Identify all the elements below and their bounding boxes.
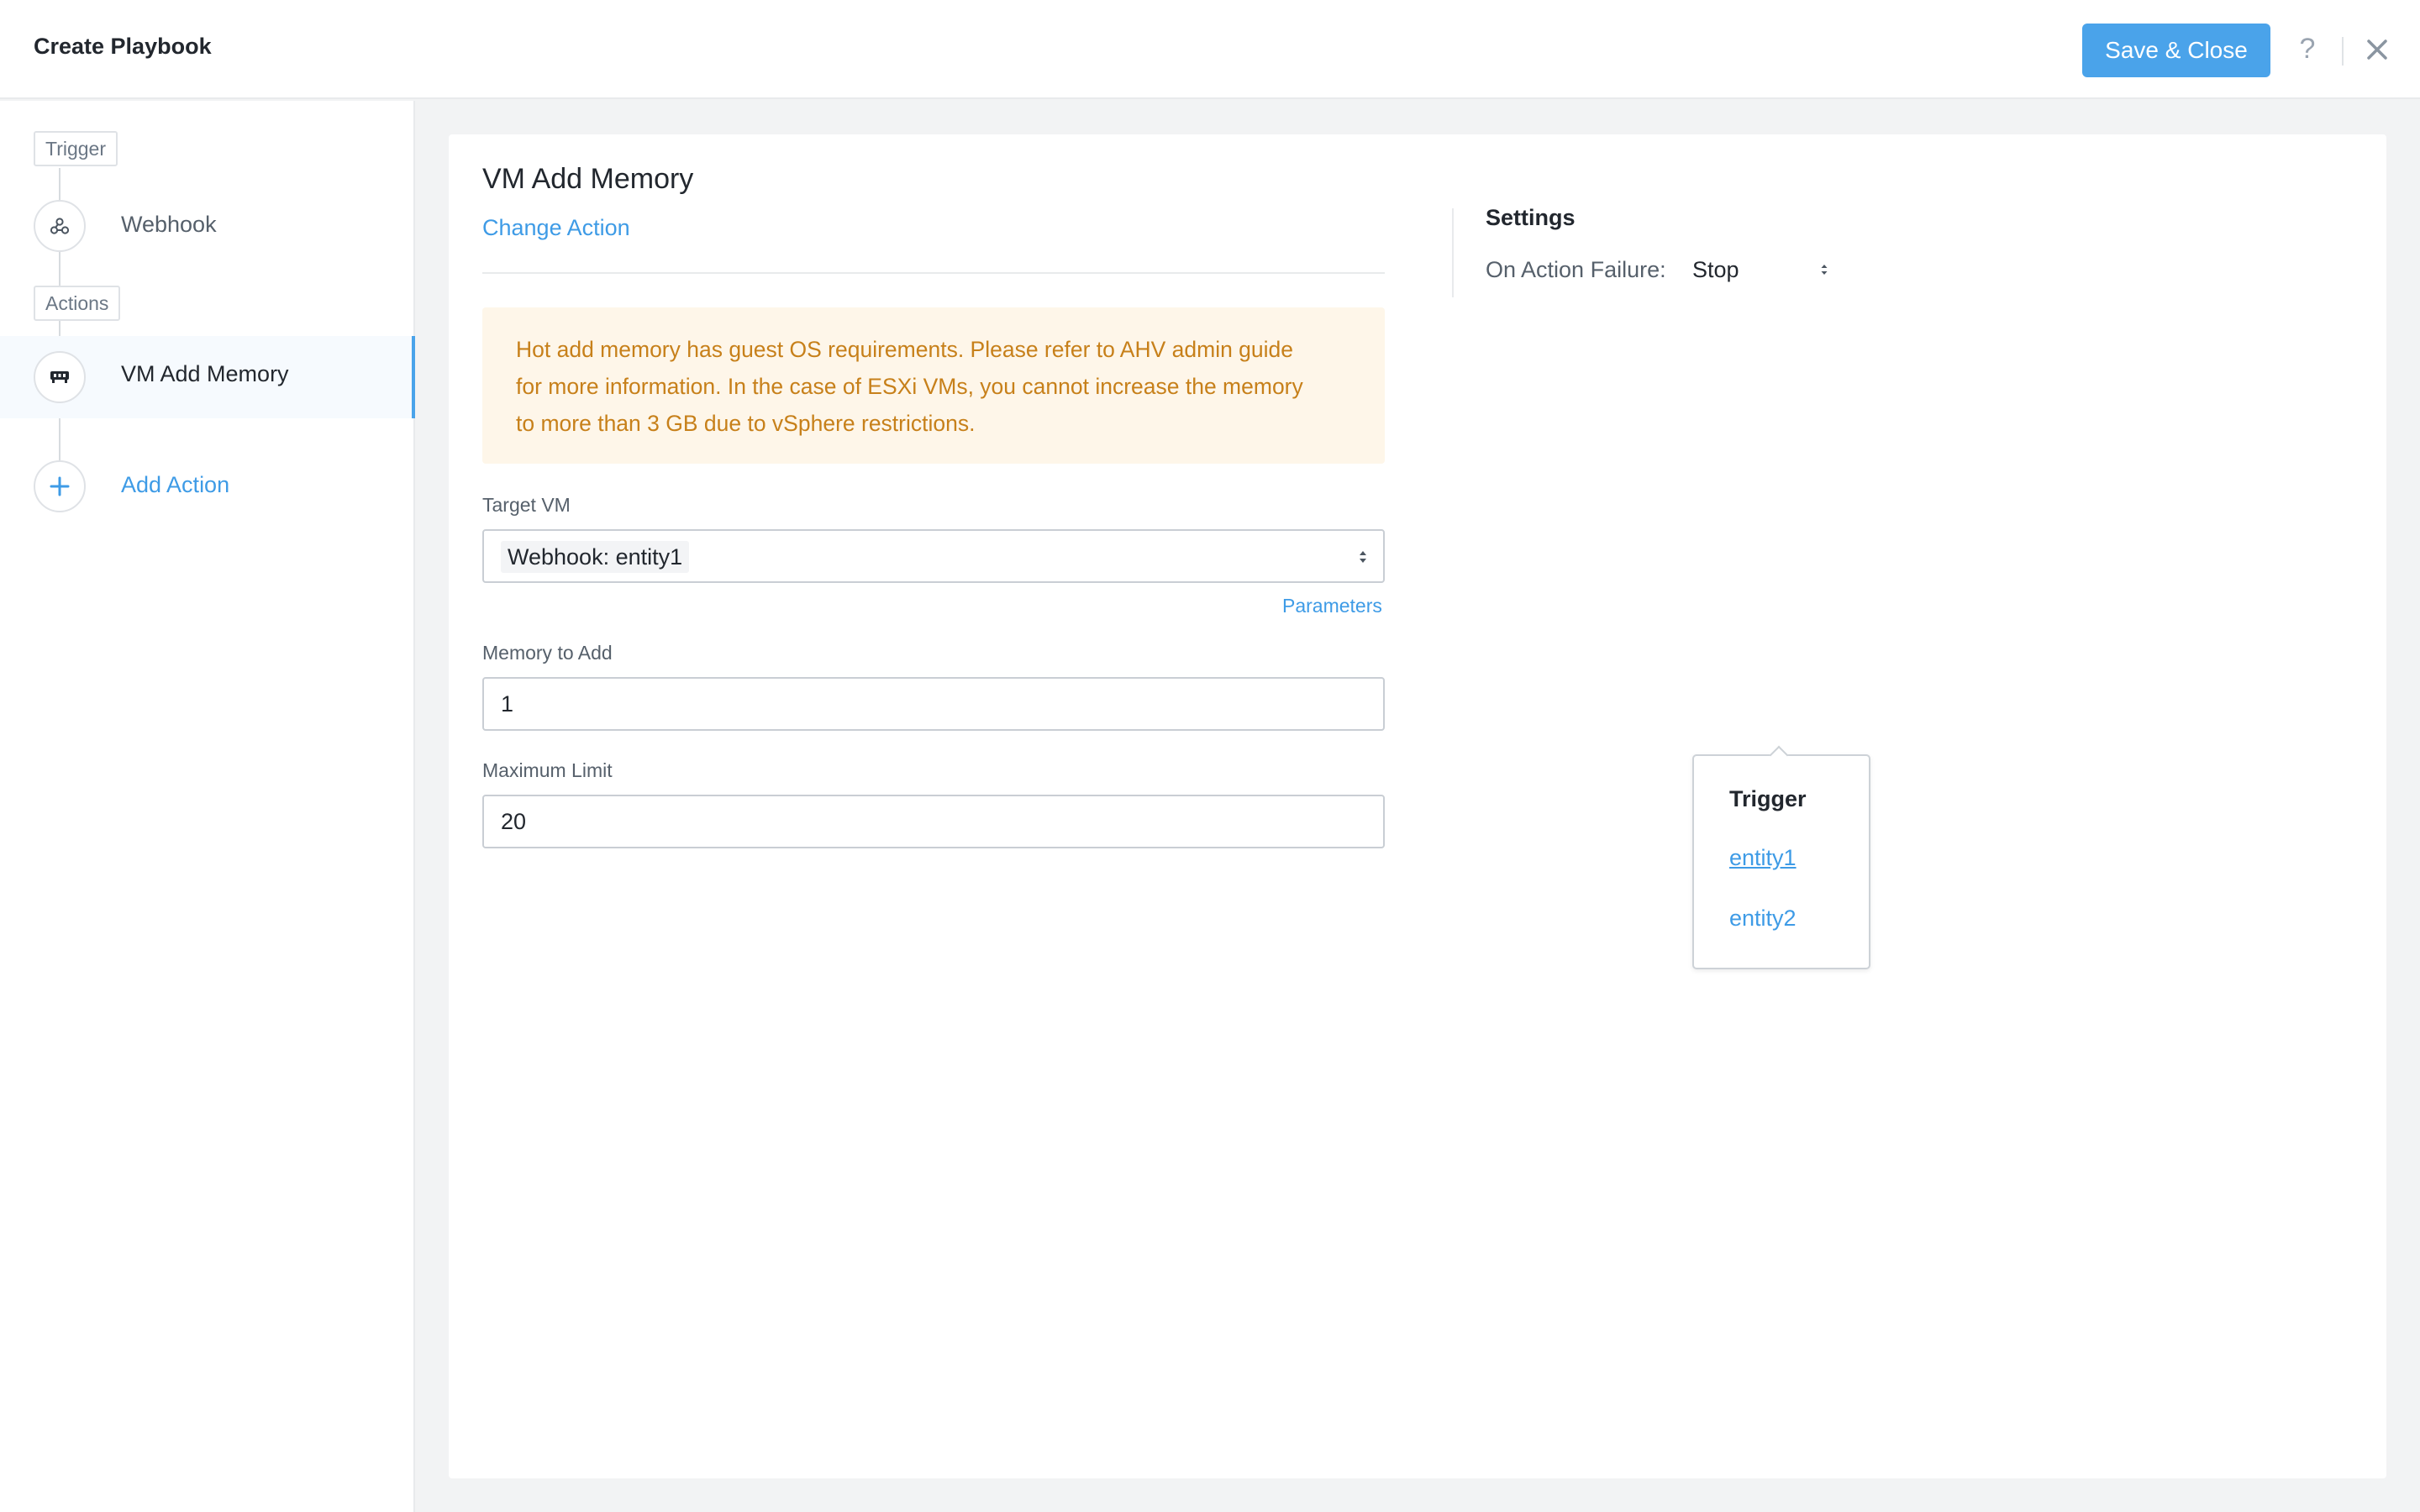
parameter-option-entity1[interactable]: entity1 (1729, 845, 1797, 871)
popover-notch (1769, 745, 1789, 765)
settings-title: Settings (1486, 205, 1576, 230)
add-action-label: Add Action (121, 472, 230, 497)
sidebar-item-label: VM Add Memory (121, 361, 289, 386)
webhook-icon (34, 200, 86, 252)
memory-to-add-input[interactable] (482, 677, 1385, 731)
sidebar-item-label: Webhook (121, 212, 217, 237)
on-action-failure-select[interactable]: Stop (1692, 252, 1828, 289)
on-action-failure-label: On Action Failure: (1486, 257, 1666, 282)
maximum-limit-label: Maximum Limit (482, 759, 613, 781)
help-icon[interactable]: ? (2296, 30, 2319, 67)
target-vm-select[interactable]: Webhook: entity1 (482, 529, 1385, 583)
warning-text-line: to more than 3 GB due to vSphere restric… (516, 411, 976, 436)
warning-text-line: for more information. In the case of ESX… (516, 374, 1303, 399)
target-vm-label: Target VM (482, 494, 571, 516)
target-vm-value: Webhook: entity1 (501, 541, 690, 573)
header-bar: Create Playbook Save & Close ? (0, 0, 2420, 99)
select-arrows-icon (1821, 265, 1828, 275)
actions-tag: Actions (34, 286, 121, 321)
action-title: VM Add Memory (482, 163, 694, 195)
page-title: Create Playbook (34, 34, 212, 59)
close-icon[interactable] (2363, 35, 2391, 64)
parameter-option-entity2[interactable]: entity2 (1729, 906, 1797, 932)
header-divider (2342, 37, 2344, 66)
save-and-close-button[interactable]: Save & Close (2082, 24, 2270, 77)
parameters-popover: Trigger entity1 entity2 (1692, 745, 1870, 969)
parameters-link[interactable]: Parameters (1282, 595, 1382, 617)
memory-to-add-label: Memory to Add (482, 642, 613, 664)
action-editor-card: VM Add Memory Change Action Hot add memo… (449, 134, 2386, 1478)
plus-icon (34, 460, 86, 512)
memory-icon (34, 351, 86, 403)
select-arrows-icon (1360, 551, 1366, 563)
divider (482, 272, 1385, 274)
change-action-link[interactable]: Change Action (482, 215, 630, 241)
warning-text-line: Hot add memory has guest OS requirements… (516, 337, 1294, 362)
settings-divider (1452, 208, 1454, 297)
sidebar-item-vm-add-memory[interactable]: VM Add Memory (0, 336, 415, 418)
trigger-tag: Trigger (34, 131, 118, 166)
popover-heading: Trigger (1729, 786, 1807, 811)
maximum-limit-input[interactable] (482, 795, 1385, 848)
on-action-failure-value: Stop (1692, 257, 1739, 282)
warning-banner: Hot add memory has guest OS requirements… (482, 307, 1385, 464)
playbook-sidebar: Trigger Webhook Actions VM Add Memory Ad… (0, 101, 415, 1512)
